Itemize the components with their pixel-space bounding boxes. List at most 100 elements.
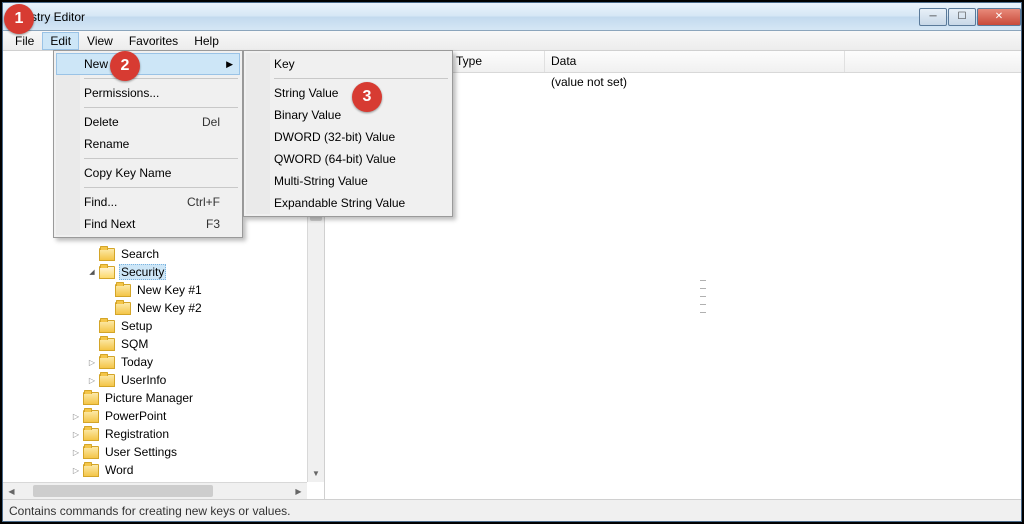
statusbar: Contains commands for creating new keys … [3,499,1021,521]
menu-item-label: New [84,57,108,71]
col-header-type[interactable]: Type [450,51,545,72]
annotation-badge-1: 1 [4,4,34,34]
menu-view[interactable]: View [79,32,121,50]
splitter-handle[interactable] [700,276,706,316]
folder-icon [99,320,115,333]
folder-icon [83,446,99,459]
tree-node[interactable]: Search [7,245,324,263]
tree-node-label[interactable]: Word [103,463,135,477]
submenu-item-expandable-string-value[interactable]: Expandable String Value [246,192,450,214]
submenu-item-binary-value[interactable]: Binary Value [246,104,450,126]
menu-item-rename[interactable]: Rename [56,133,240,155]
maximize-button[interactable]: ☐ [948,8,976,26]
annotation-badge-2: 2 [110,51,140,81]
menu-item-label: Multi-String Value [274,174,368,188]
tree-expander-icon[interactable] [71,429,81,439]
menu-item-find[interactable]: Find... Ctrl+F [56,191,240,213]
annotation-badge-3: 3 [352,82,382,112]
tree-node-label[interactable]: New Key #2 [135,301,204,315]
menu-item-label: Binary Value [274,108,341,122]
submenu-item-multi-string-value[interactable]: Multi-String Value [246,170,450,192]
tree-node-label[interactable]: New Key #1 [135,283,204,297]
menu-item-permissions[interactable]: Permissions... [56,82,240,104]
tree-node-label[interactable]: Picture Manager [103,391,195,405]
tree-node-label[interactable]: PowerPoint [103,409,168,423]
tree-node[interactable]: Today [7,353,324,371]
registry-tree[interactable]: Search Security New Key #1 New Key #2 Setup S… [3,241,324,479]
tree-node[interactable]: Picture Manager [7,389,324,407]
folder-icon [83,410,99,423]
tree-node[interactable]: Security [7,263,324,281]
menu-edit[interactable]: Edit [42,32,79,50]
menu-favorites[interactable]: Favorites [121,32,186,50]
tree-node-label[interactable]: User Settings [103,445,179,459]
menu-item-label: Copy Key Name [84,166,171,180]
col-header-data[interactable]: Data [545,51,845,72]
menu-item-label: Delete [84,115,119,129]
menu-item-label: DWORD (32-bit) Value [274,130,395,144]
menu-item-delete[interactable]: Delete Del [56,111,240,133]
menu-help[interactable]: Help [186,32,227,50]
tree-node-label[interactable]: Setup [119,319,154,333]
menu-item-label: Expandable String Value [274,196,405,210]
menu-shortcut: F3 [206,217,220,231]
folder-icon [83,392,99,405]
folder-icon [99,356,115,369]
menu-item-copy-key-name[interactable]: Copy Key Name [56,162,240,184]
tree-node[interactable]: Word [7,461,324,479]
menu-item-label: Key [274,57,295,71]
scroll-thumb-h[interactable] [33,485,213,497]
tree-node[interactable]: User Settings [7,443,324,461]
scroll-right-icon[interactable]: ▶ [290,483,307,499]
close-button[interactable]: ✕ [977,8,1021,26]
menu-item-new[interactable]: New ▶ [56,53,240,75]
tree-node[interactable]: New Key #2 [7,299,324,317]
tree-expander-icon[interactable] [87,267,97,277]
menu-item-label: Find... [84,195,117,209]
submenu-item-string-value[interactable]: String Value [246,82,450,104]
menu-item-find-next[interactable]: Find Next F3 [56,213,240,235]
tree-node[interactable]: Registration [7,425,324,443]
folder-icon [115,284,131,297]
tree-expander-icon[interactable] [87,375,97,385]
scroll-down-icon[interactable]: ▼ [308,465,324,482]
tree-node-label[interactable]: Registration [103,427,171,441]
tree-node-label[interactable]: Today [119,355,155,369]
tree-node-label[interactable]: Security [119,264,166,280]
submenu-item-dword-value[interactable]: DWORD (32-bit) Value [246,126,450,148]
menu-separator [84,158,238,159]
folder-icon [83,428,99,441]
folder-icon [115,302,131,315]
scroll-left-icon[interactable]: ◀ [3,483,20,499]
submenu-item-key[interactable]: Key [246,53,450,75]
tree-expander-icon[interactable] [71,411,81,421]
tree-scrollbar-horizontal[interactable]: ◀ ▶ [3,482,307,499]
tree-expander-icon[interactable] [71,465,81,475]
submenu-arrow-icon: ▶ [226,59,233,70]
tree-expander-icon[interactable] [71,447,81,457]
menu-item-label: Rename [84,137,129,151]
tree-node[interactable]: PowerPoint [7,407,324,425]
window-controls: ─ ☐ ✕ [918,8,1021,26]
menu-separator [84,187,238,188]
menubar: File Edit View Favorites Help [3,31,1021,51]
menu-separator [84,107,238,108]
menu-item-label: QWORD (64-bit) Value [274,152,396,166]
menu-item-label: Permissions... [84,86,159,100]
submenu-item-qword-value[interactable]: QWORD (64-bit) Value [246,148,450,170]
tree-node-label[interactable]: SQM [119,337,150,351]
tree-node[interactable]: UserInfo [7,371,324,389]
titlebar[interactable]: stry Editor ─ ☐ ✕ [3,3,1021,31]
folder-icon [99,374,115,387]
tree-expander-icon[interactable] [87,357,97,367]
tree-node[interactable]: Setup [7,317,324,335]
tree-node-label[interactable]: UserInfo [119,373,168,387]
cell-data: (value not set) [545,75,633,89]
minimize-button[interactable]: ─ [919,8,947,26]
menu-file[interactable]: File [7,32,42,50]
menu-item-label: String Value [274,86,338,100]
edit-menu-dropdown: New ▶ Permissions... Delete Del Rename C… [53,50,243,238]
tree-node-label[interactable]: Search [119,247,161,261]
tree-node[interactable]: New Key #1 [7,281,324,299]
tree-node[interactable]: SQM [7,335,324,353]
